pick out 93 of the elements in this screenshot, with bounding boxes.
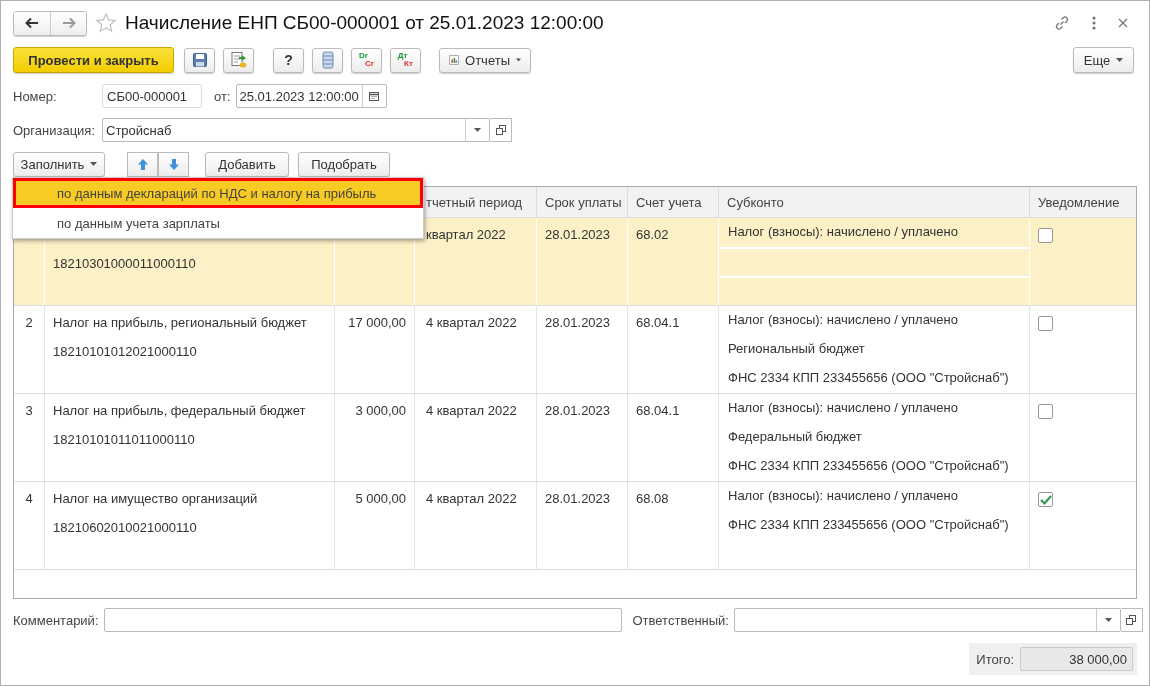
total-value: 38 000,00	[1020, 647, 1133, 671]
report-icon	[449, 53, 460, 67]
comment-field[interactable]	[103, 608, 622, 632]
organization-field[interactable]: Стройснаб	[102, 118, 490, 142]
date-field[interactable]: 25.01.2023 12:00:00	[235, 84, 387, 108]
more-button[interactable]: Еще	[1073, 47, 1134, 73]
fill-button[interactable]: Заполнить	[13, 151, 105, 177]
table-cell: 68.04.1	[636, 403, 680, 418]
dr-cr-button[interactable]: Dr Cr	[351, 47, 382, 73]
table-cell-text: ФНС 2334 КПП 233455656 (ООО "Стройснаб")	[727, 457, 1010, 475]
column-header[interactable]: Срок уплаты	[536, 187, 627, 217]
pick-button[interactable]: Подобрать	[298, 151, 390, 177]
add-button[interactable]: Добавить	[205, 151, 289, 177]
checkbox[interactable]	[1038, 404, 1053, 419]
column-header[interactable]: Уведомление	[1029, 187, 1136, 217]
table-cell: 28.01.2023	[545, 315, 611, 330]
table-cell: 3	[25, 403, 33, 418]
field-label: Организация:	[13, 122, 97, 138]
responsible-field[interactable]	[733, 608, 1121, 632]
checkbox[interactable]	[1038, 492, 1053, 507]
table-cell: 68.08	[636, 491, 669, 506]
field-label: Комментарий:	[13, 612, 99, 628]
table-cell: 4 квартал 2022	[426, 403, 517, 418]
field-label: от:	[214, 88, 231, 104]
table-row[interactable]	[14, 306, 1136, 394]
table-cell: 2	[25, 315, 33, 330]
document-arrow-icon	[229, 51, 248, 69]
table-cell: 28.01.2023	[545, 227, 611, 242]
move-up-button[interactable]	[127, 151, 158, 177]
table-cell: 3 000,00	[355, 403, 406, 418]
checkbox[interactable]	[1038, 228, 1053, 243]
caret-icon	[516, 58, 521, 62]
window-title: Начисление ЕНП СБ00-000001 от 25.01.2023 12:00:00	[125, 12, 604, 34]
table-cell-text: Налог (взносы): начислено / уплачено	[727, 223, 959, 241]
reports-button[interactable]: Отчеты	[439, 47, 531, 73]
table-cell: 5 000,00	[355, 491, 406, 506]
table-cell-text: ФНС 2334 КПП 233455656 (ООО "Стройснаб")	[727, 516, 1010, 534]
table-cell-text: Налог на прибыль, федеральный бюджет	[53, 403, 307, 420]
open-icon[interactable]	[495, 125, 506, 135]
table-row[interactable]: 4 Налог на имущество организаций 18210602010021000110 5 000,00 4 квартал 2022 28.01.2023 68.08 Налог (взносы): начислено / уплачено ФНС 2334 КПП 233455656 (ООО "Стройснаб")	[14, 482, 1136, 570]
table-cell-text: 18210101012021000110	[53, 344, 198, 361]
table-cell: 28.01.2023	[545, 403, 611, 418]
table-cell-text: Налог (взносы): начислено / уплачено	[727, 487, 959, 505]
calendar-icon[interactable]	[369, 91, 379, 101]
table-cell: 28.01.2023	[545, 491, 611, 506]
table-cell: квартал 2022	[426, 227, 506, 242]
table-cell-text: Налог (взносы): начислено / уплачено	[727, 399, 959, 417]
column-header[interactable]: Субконто	[718, 187, 1029, 217]
table-row[interactable]: 3 Налог на прибыль, федеральный бюджет 18210101011011000110 3 000,00 4 квартал 2022 28.01.2023 68.04.1 Налог (взносы): начислено / уплачено Федеральный бюджет ФНС 2334 КПП 233455656 (ООО "Стройснаб")	[14, 394, 1136, 482]
table-cell-text: Налог на прибыль, региональный бюджет	[53, 315, 308, 332]
stack-icon	[321, 51, 334, 69]
table-cell: 17 000,00	[348, 315, 406, 330]
table-cell-text: Региональный бюджет	[727, 340, 866, 358]
checkbox[interactable]	[1038, 316, 1053, 331]
column-header[interactable]: Счет учета	[627, 187, 718, 217]
table-cell-text: ФНС 2334 КПП 233455656 (ООО "Стройснаб")	[727, 369, 1010, 387]
field-label: Ответственный:	[632, 612, 729, 628]
table-cell: 4	[25, 491, 33, 506]
arrow-up-icon	[136, 157, 149, 171]
help-button[interactable]: ?	[273, 47, 304, 73]
table-cell-text: 18210301000011000110	[53, 256, 197, 273]
open-icon[interactable]	[1126, 615, 1137, 625]
arrow-left-icon	[25, 17, 39, 29]
field-label: Номер:	[13, 88, 58, 104]
table-cell: 68.04.1	[636, 315, 680, 330]
table-cell: 4 квартал 2022	[426, 491, 517, 506]
table-cell-text: Налог (взносы): начислено / уплачено	[727, 311, 959, 329]
table-cell-text: Налог на имущество организаций	[53, 491, 259, 508]
table-cell: 68.02	[636, 227, 669, 242]
arrow-right-icon	[61, 17, 76, 29]
save-button[interactable]	[184, 47, 215, 73]
move-down-button[interactable]	[158, 151, 189, 177]
caret-icon[interactable]	[474, 128, 481, 132]
post-and-close-button[interactable]: Провести и закрыть	[13, 47, 174, 73]
list-button[interactable]	[312, 47, 343, 73]
menu-item[interactable]: по данным деклараций по НДС и налогу на прибыль	[13, 178, 423, 208]
caret-icon[interactable]	[1104, 618, 1112, 622]
back-button[interactable]	[14, 11, 50, 35]
more-icon[interactable]	[1091, 15, 1097, 31]
close-icon[interactable]	[1117, 17, 1129, 29]
table-cell-text: Федеральный бюджет	[727, 428, 863, 446]
table-cell-text: 18210101011011000110	[53, 432, 196, 449]
dt-kt-button[interactable]: Дт Кт	[390, 47, 421, 73]
star-icon[interactable]	[95, 12, 117, 34]
arrow-down-icon	[167, 157, 180, 171]
table-cell-text: 18210602010021000110	[53, 520, 198, 537]
post-button[interactable]	[223, 47, 254, 73]
caret-icon	[1116, 58, 1124, 62]
caret-icon	[90, 162, 98, 166]
link-icon[interactable]	[1053, 14, 1071, 32]
table-cell: 4 квартал 2022	[426, 315, 517, 330]
number-field[interactable]: СБ00-000001	[102, 84, 202, 108]
total-label: Итого:	[976, 651, 1014, 667]
